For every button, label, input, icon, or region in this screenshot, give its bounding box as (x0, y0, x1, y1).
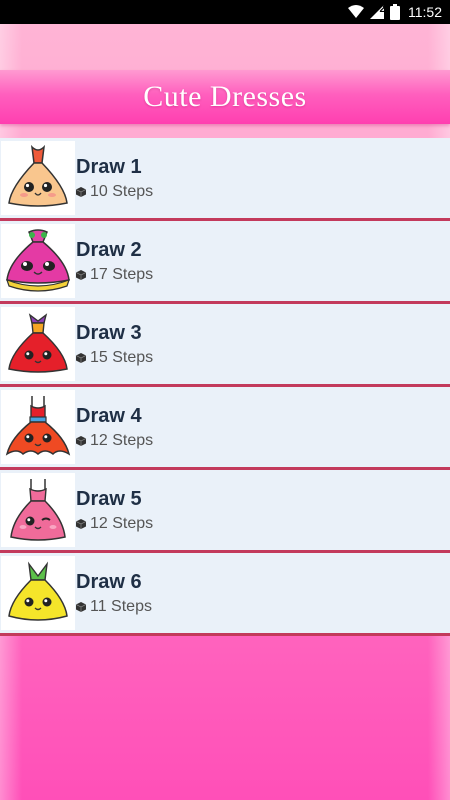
item-title: Draw 5 (76, 487, 142, 510)
item-steps: 15 Steps (90, 348, 154, 366)
item-steps: 17 Steps (90, 265, 154, 283)
drawing-list: Draw 1 10 Steps Draw 2 17 Steps Draw 3 1… (0, 138, 450, 636)
list-item[interactable]: Draw 2 17 Steps (0, 221, 450, 304)
item-title: Draw 3 (76, 321, 142, 344)
status-bar: 2 11:52 (0, 0, 450, 24)
cube-icon (76, 269, 86, 280)
title-bar: Cute Dresses (0, 70, 450, 124)
list-item[interactable]: Draw 6 11 Steps (0, 553, 450, 636)
clock: 11:52 (408, 4, 442, 20)
item-steps: 12 Steps (90, 431, 154, 449)
dress-drawing-red-orange-icon (1, 390, 75, 464)
item-steps: 10 Steps (90, 182, 154, 200)
item-title: Draw 4 (76, 404, 142, 427)
cube-icon (76, 601, 86, 612)
dress-drawing-pink-yellow-icon (1, 224, 75, 298)
wifi-icon (348, 5, 364, 19)
list-item[interactable]: Draw 3 15 Steps (0, 304, 450, 387)
item-steps: 11 Steps (90, 597, 152, 615)
cube-icon (76, 518, 86, 529)
dress-drawing-red-icon (1, 307, 75, 381)
list-item[interactable]: Draw 4 12 Steps (0, 387, 450, 470)
list-item[interactable]: Draw 1 10 Steps (0, 138, 450, 221)
battery-level: 2 (379, 4, 385, 15)
cube-icon (76, 352, 86, 363)
item-title: Draw 1 (76, 155, 142, 178)
list-item[interactable]: Draw 5 12 Steps (0, 470, 450, 553)
item-steps: 12 Steps (90, 514, 154, 532)
dress-drawing-yellow-icon (1, 556, 75, 630)
battery-icon (390, 4, 400, 20)
cube-icon (76, 435, 86, 446)
dress-drawing-pink-icon (1, 473, 75, 547)
item-title: Draw 6 (76, 570, 142, 593)
page-title: Cute Dresses (143, 80, 307, 113)
dress-drawing-orange-icon (1, 141, 75, 215)
cube-icon (76, 186, 86, 197)
item-title: Draw 2 (76, 238, 142, 261)
